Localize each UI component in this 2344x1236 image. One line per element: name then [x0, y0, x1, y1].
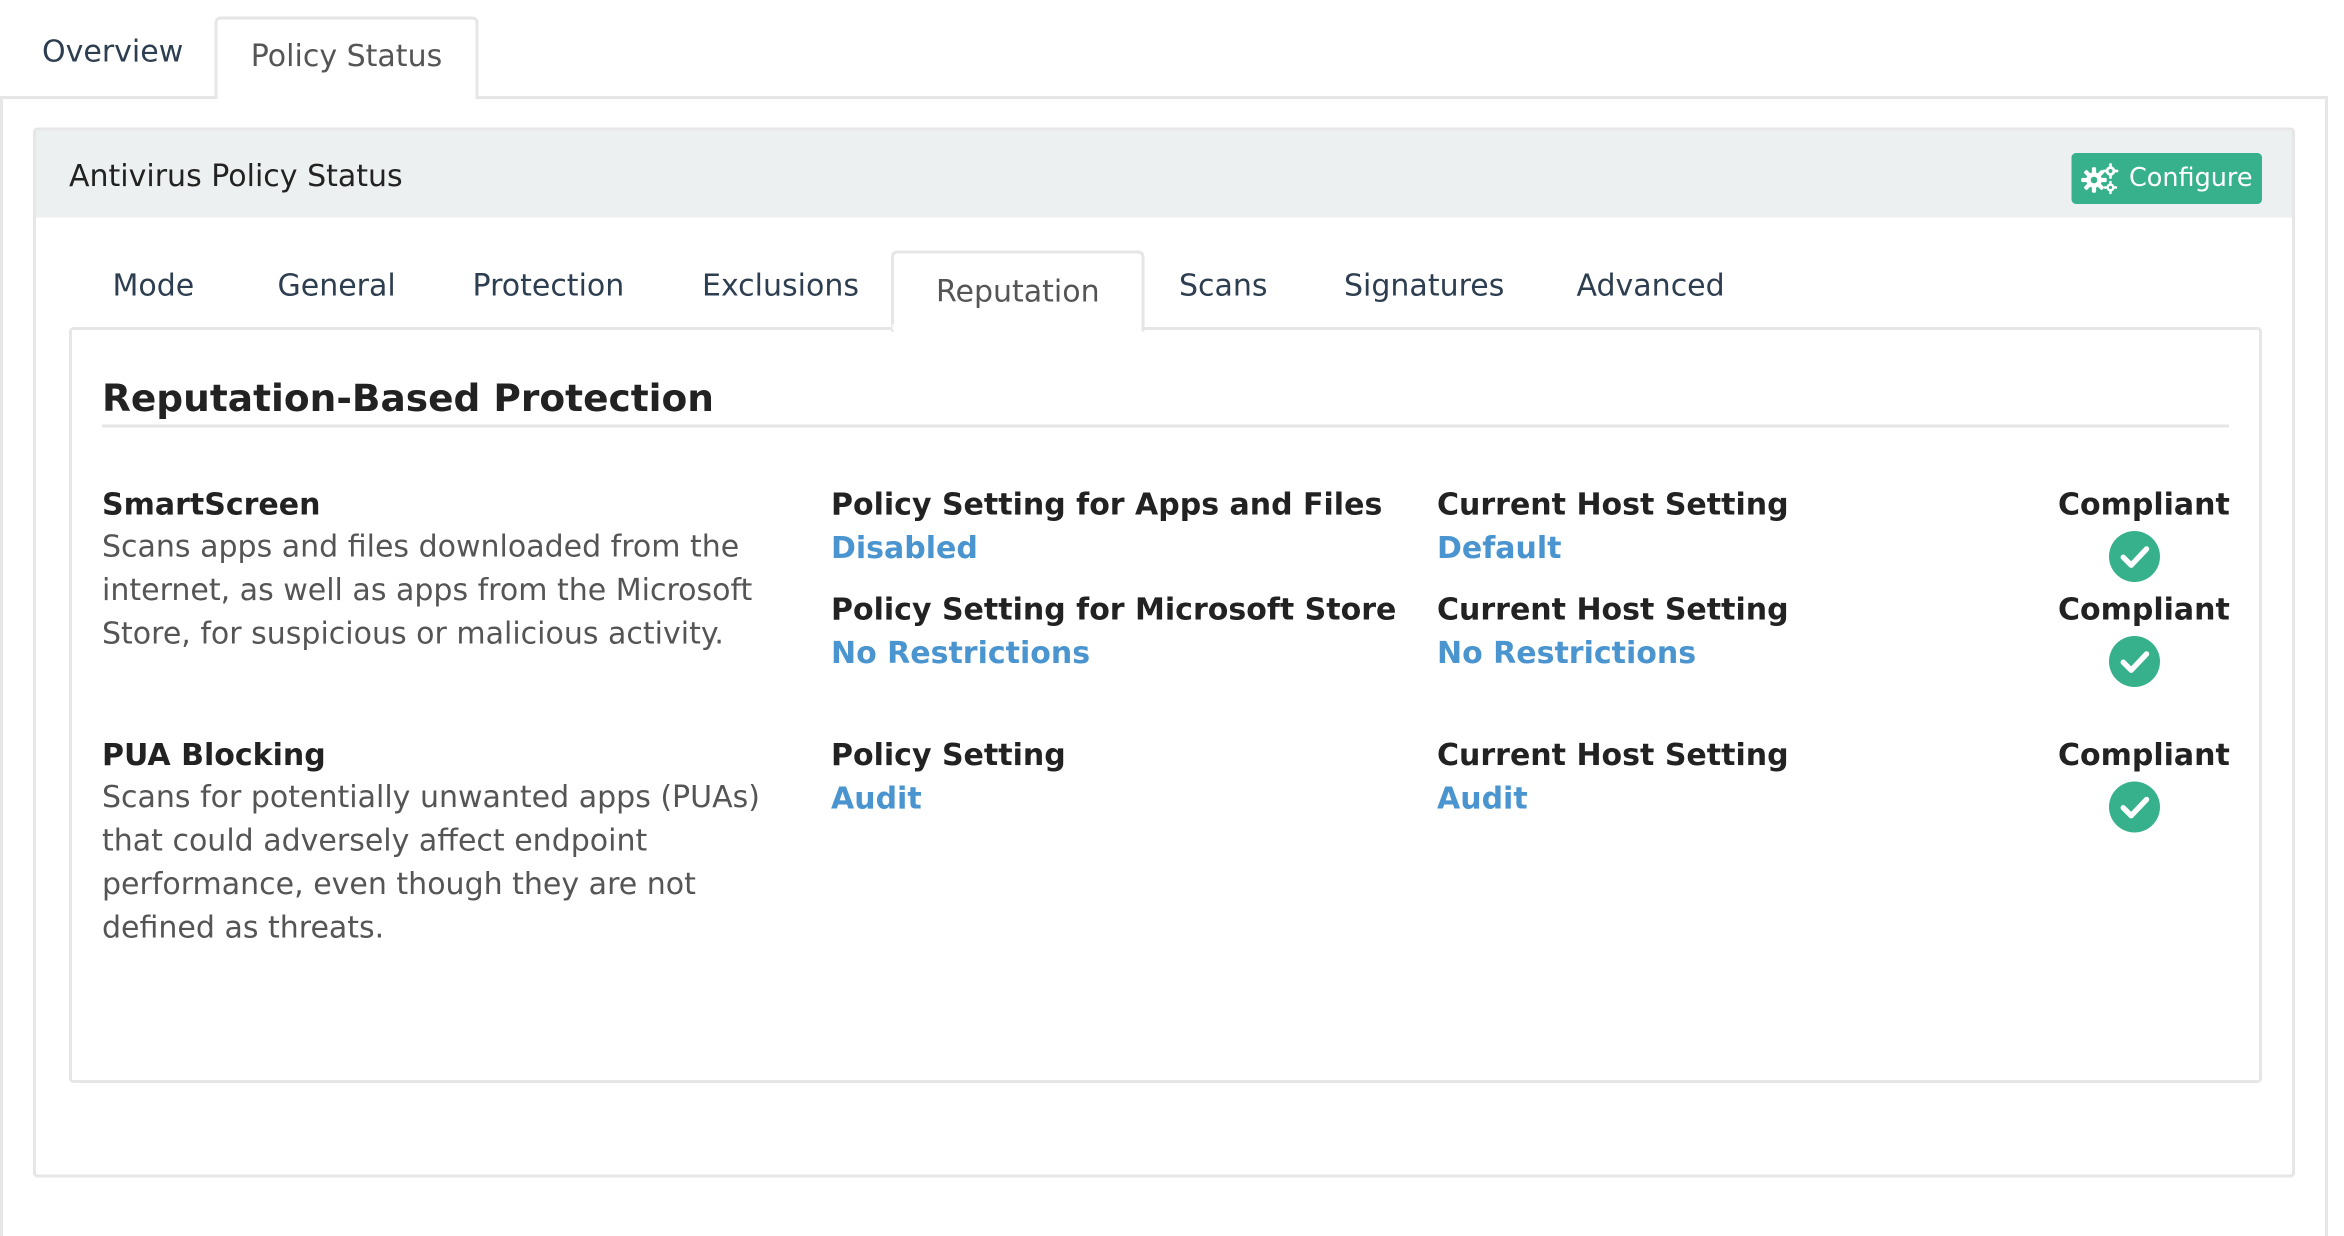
tab-connector [892, 324, 1130, 330]
compliant-label: Compliant [2058, 736, 2230, 773]
feature-name-pua-blocking: PUA Blocking [102, 736, 326, 773]
host-label: Current Host Setting [1437, 486, 1789, 522]
antivirus-policy-card: Antivirus Policy Status Configure Mode G… [33, 127, 2295, 1178]
tab-overview[interactable]: Overview [42, 33, 183, 69]
card-header: Antivirus Policy Status Configure [36, 130, 2292, 218]
policy-label: Policy Setting [831, 736, 1066, 773]
configure-button[interactable]: Configure [2071, 153, 2262, 204]
configure-label: Configure [2128, 163, 2253, 194]
section-title: Reputation-Based Protection [102, 376, 714, 421]
policy-label: Policy Setting for Microsoft Store [831, 591, 1397, 627]
feature-description-pua-blocking: Scans for potentially unwanted apps (PUA… [102, 778, 760, 946]
policy-label: Policy Setting for Apps and Files [831, 486, 1383, 522]
host-value: Audit [1437, 780, 1528, 816]
tab-general[interactable]: General [278, 267, 396, 303]
card-title: Antivirus Policy Status [69, 157, 403, 194]
policy-value: Audit [831, 780, 922, 816]
check-circle-icon [2109, 636, 2160, 687]
feature-name-smartscreen: SmartScreen [102, 486, 321, 522]
tab-reputation[interactable]: Reputation [891, 250, 1145, 332]
host-value: No Restrictions [1437, 634, 1697, 671]
tab-policy-status[interactable]: Policy Status [214, 16, 479, 99]
host-value: Default [1437, 529, 1562, 566]
policy-value: Disabled [831, 529, 978, 566]
compliant-label: Compliant [2058, 591, 2230, 627]
tab-connector [217, 96, 476, 101]
tab-exclusions[interactable]: Exclusions [702, 267, 859, 303]
tab-scans[interactable]: Scans [1179, 267, 1268, 303]
tab-mode[interactable]: Mode [113, 267, 195, 303]
feature-description-smartscreen: Scans apps and files downloaded from the… [102, 528, 753, 651]
policy-value: No Restrictions [831, 634, 1091, 671]
section-divider [102, 424, 2229, 428]
host-label: Current Host Setting [1437, 736, 1789, 773]
tab-advanced[interactable]: Advanced [1577, 267, 1725, 303]
compliant-label: Compliant [2058, 486, 2230, 522]
policy-status-page: Overview Policy Status Antivirus Policy … [0, 0, 2344, 1236]
host-label: Current Host Setting [1437, 591, 1789, 627]
reputation-panel [69, 327, 2262, 1083]
tab-protection[interactable]: Protection [473, 267, 625, 303]
check-circle-icon [2109, 781, 2160, 833]
gears-icon [2081, 162, 2120, 195]
check-circle-icon [2109, 531, 2160, 582]
tab-signatures[interactable]: Signatures [1344, 267, 1504, 303]
